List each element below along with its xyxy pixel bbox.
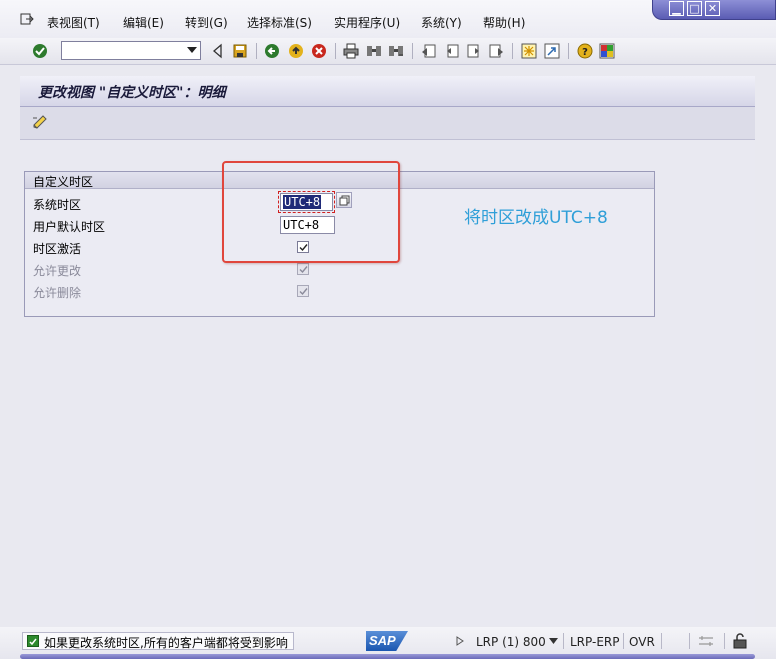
help-icon[interactable]: ? xyxy=(577,43,593,59)
menu-system[interactable]: 系统(Y) xyxy=(421,14,462,31)
sap-logo-text: SAP xyxy=(369,633,396,648)
menu-utilities[interactable]: 实用程序(U) xyxy=(334,14,400,31)
minimize-icon[interactable]: ▁ xyxy=(669,1,684,16)
close-icon[interactable]: ✕ xyxy=(705,1,720,16)
svg-text:?: ? xyxy=(582,47,588,58)
allow-change-checkbox xyxy=(297,263,309,275)
command-field[interactable] xyxy=(61,41,201,60)
chevron-down-icon[interactable] xyxy=(549,638,558,644)
server-info: LRP-ERP xyxy=(570,635,620,649)
menu-edit[interactable]: 编辑(E) xyxy=(123,14,164,31)
sap-logo: SAP xyxy=(366,631,408,651)
back-icon[interactable] xyxy=(264,43,280,59)
window-controls: ▁ □ ✕ xyxy=(652,0,776,20)
group-title: 自定义时区 xyxy=(33,175,94,189)
maximize-icon[interactable]: □ xyxy=(687,1,702,16)
save-icon[interactable] xyxy=(232,43,248,59)
status-message-text: 如果更改系统时区,所有的客户端都将受到影响 xyxy=(44,636,288,650)
checkmark-icon xyxy=(299,288,308,296)
checkmark-icon xyxy=(299,266,308,274)
allow-delete-label: 允许删除 xyxy=(33,286,82,300)
exit-icon[interactable] xyxy=(288,43,304,59)
chevron-down-icon[interactable] xyxy=(187,47,197,53)
standard-toolbar: ? xyxy=(0,38,776,65)
application-toolbar xyxy=(20,107,755,140)
allow-change-label: 允许更改 xyxy=(33,264,82,278)
menu-bar: 表视图(T) 编辑(E) 转到(G) 选择标准(S) 实用程序(U) 系统(Y)… xyxy=(0,0,776,38)
find-icon[interactable] xyxy=(366,43,382,59)
first-page-icon[interactable] xyxy=(421,43,437,59)
cancel-icon[interactable] xyxy=(311,43,327,59)
system-tz-label: 系统时区 xyxy=(33,198,82,212)
menu-exit-icon[interactable] xyxy=(20,13,34,25)
layout-icon[interactable] xyxy=(599,43,615,59)
expand-status-icon[interactable] xyxy=(456,636,464,646)
bottom-frame-strip xyxy=(20,654,755,659)
print-icon[interactable] xyxy=(343,43,359,59)
find-next-icon[interactable] xyxy=(388,43,404,59)
system-info: LRP (1) 800 xyxy=(476,635,546,649)
user-tz-label: 用户默认时区 xyxy=(33,220,106,234)
annotation-text: 将时区改成UTC+8 xyxy=(464,208,608,228)
allow-delete-checkbox xyxy=(297,285,309,297)
next-page-icon[interactable] xyxy=(466,43,482,59)
new-session-icon[interactable] xyxy=(521,43,537,59)
prev-page-icon[interactable] xyxy=(444,43,460,59)
last-page-icon[interactable] xyxy=(488,43,504,59)
annotation-highlight-box xyxy=(222,161,400,263)
lock-icon[interactable] xyxy=(732,632,748,649)
command-input[interactable] xyxy=(62,42,188,58)
menu-goto[interactable]: 转到(G) xyxy=(185,14,228,31)
display-change-icon[interactable] xyxy=(32,114,48,130)
page-title: 更改视图 "自定义时区"：明细 xyxy=(38,85,226,101)
connection-icon xyxy=(699,636,713,646)
menu-selection-criteria[interactable]: 选择标准(S) xyxy=(247,14,312,31)
back-arrow-icon[interactable] xyxy=(210,43,226,59)
screen-title-bar: 更改视图 "自定义时区"：明细 xyxy=(20,76,755,107)
enter-icon[interactable] xyxy=(32,43,48,59)
success-icon xyxy=(27,635,39,647)
insert-mode: OVR xyxy=(629,635,655,649)
menu-help[interactable]: 帮助(H) xyxy=(483,14,525,31)
menu-table-view[interactable]: 表视图(T) xyxy=(47,14,100,31)
status-message[interactable]: 如果更改系统时区,所有的客户端都将受到影响 xyxy=(22,632,294,650)
tz-active-label: 时区激活 xyxy=(33,242,82,256)
shortcut-icon[interactable] xyxy=(544,43,560,59)
